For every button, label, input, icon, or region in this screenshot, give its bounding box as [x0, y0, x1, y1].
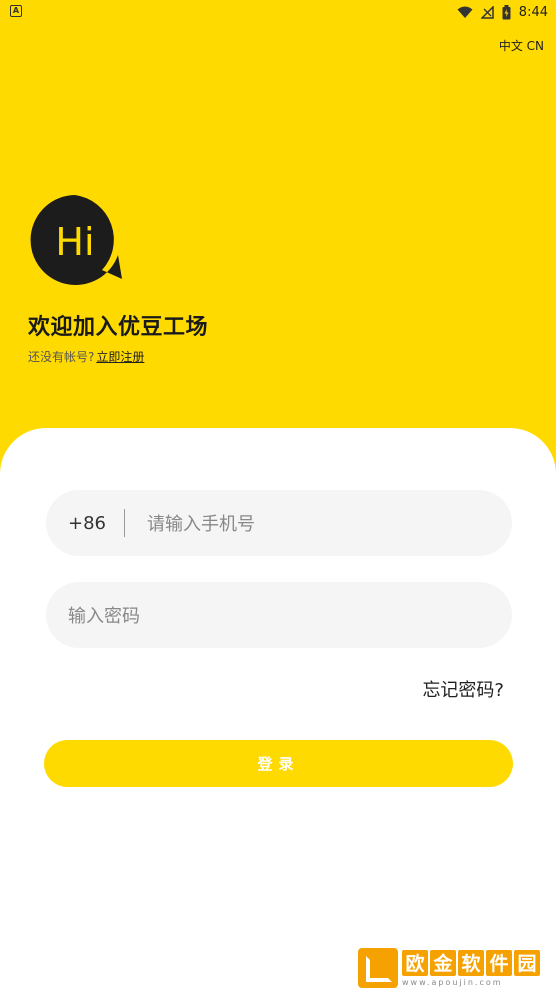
- hi-logo: Hi: [30, 195, 123, 285]
- hi-logo-text: Hi: [55, 220, 94, 264]
- battery-icon: [502, 4, 511, 19]
- password-field[interactable]: 输入密码: [46, 582, 512, 648]
- watermark-char: 欧: [402, 949, 428, 976]
- no-account-text: 还没有帐号?: [28, 350, 95, 364]
- status-icons: 8:44: [457, 3, 548, 21]
- phone-field[interactable]: +86 请输入手机号: [46, 490, 512, 556]
- status-time: 8:44: [518, 4, 548, 20]
- language-switch[interactable]: 中文 CN: [499, 37, 544, 54]
- wifi-icon: [457, 6, 473, 18]
- login-button[interactable]: 登录: [44, 740, 513, 787]
- watermark: 欧 金 软 件 园 www.apoujin.com: [358, 946, 548, 990]
- country-code-selector[interactable]: +86: [46, 513, 124, 534]
- watermark-logo-icon: [358, 948, 398, 988]
- register-link[interactable]: 立即注册: [96, 350, 144, 364]
- notification-app-icon: A: [10, 5, 22, 17]
- watermark-char: 园: [514, 949, 540, 976]
- watermark-char: 软: [458, 949, 484, 976]
- signup-row: 还没有帐号? 立即注册: [28, 348, 144, 365]
- watermark-char: 件: [486, 949, 512, 976]
- phone-input[interactable]: 请输入手机号: [147, 510, 255, 536]
- status-bar: A 8:44: [0, 0, 556, 24]
- watermark-text: 欧 金 软 件 园: [402, 949, 540, 976]
- field-divider: [124, 509, 125, 537]
- watermark-char: 金: [430, 949, 456, 976]
- welcome-title: 欢迎加入优豆工场: [28, 315, 209, 340]
- signal-icon: [480, 5, 494, 19]
- password-input[interactable]: 输入密码: [68, 602, 140, 628]
- watermark-url: www.apoujin.com: [402, 977, 503, 987]
- forgot-password-link[interactable]: 忘记密码?: [422, 676, 504, 702]
